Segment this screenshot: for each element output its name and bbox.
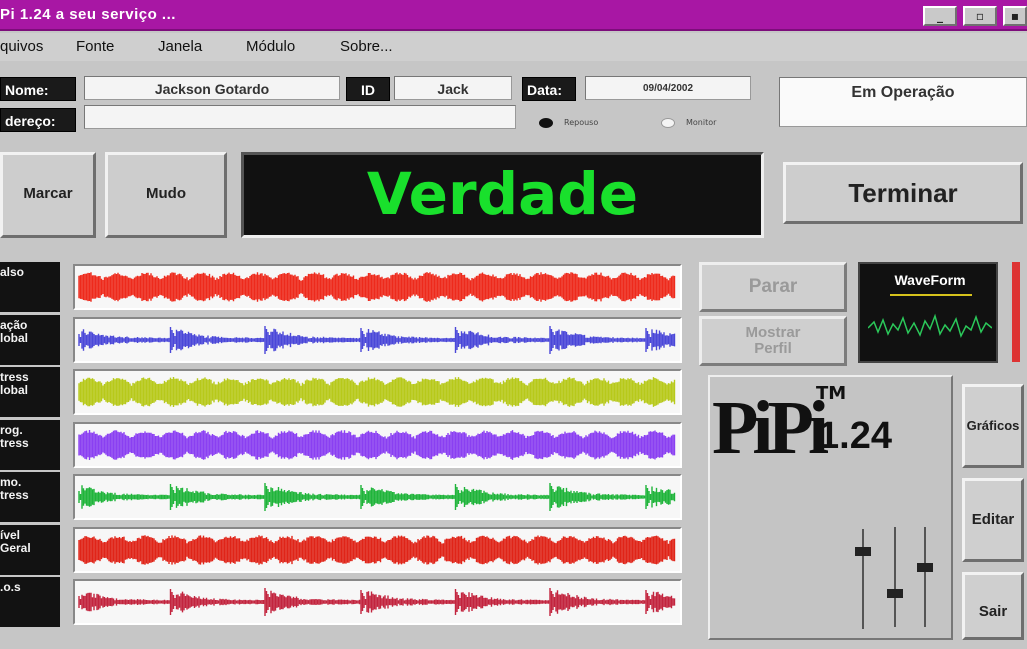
minimize-button[interactable]: _ [923, 6, 957, 26]
monitor-label: Monitor [686, 118, 717, 127]
endereco-label: dereço: [0, 108, 76, 132]
data-field[interactable]: 09/04/2002 [585, 76, 751, 100]
waveform-panel: WaveForm [858, 262, 998, 363]
id-field[interactable]: Jack [394, 76, 512, 100]
status-box: Em Operação [779, 77, 1027, 127]
menu-fonte[interactable]: Fonte [76, 38, 114, 55]
data-label: Data: [522, 77, 576, 101]
slider-handle-2[interactable] [887, 589, 903, 598]
channel-waveform [73, 421, 682, 468]
nome-field[interactable]: Jackson Gotardo [84, 76, 340, 100]
repouso-radio[interactable] [539, 118, 553, 128]
waveform-underline [890, 294, 972, 296]
menu-bar [0, 33, 1027, 61]
marcar-button[interactable]: Marcar [0, 152, 96, 238]
graficos-button[interactable]: Gráficos [962, 384, 1024, 468]
menu-modulo[interactable]: Módulo [246, 38, 295, 55]
slider-handle-1[interactable] [855, 547, 871, 556]
logo-panel: PiPi TM 1.24 [708, 375, 953, 640]
channel-waveform [73, 264, 682, 310]
mostrar-perfil-button[interactable]: Mostrar Perfil [699, 316, 847, 366]
logo-tm: TM [816, 383, 847, 404]
menu-janela[interactable]: Janela [158, 38, 202, 55]
result-display: Verdade [241, 152, 764, 238]
menu-arquivos[interactable]: quivos [0, 38, 43, 55]
slider-track-2 [894, 527, 896, 627]
slider-handle-3[interactable] [917, 563, 933, 572]
channel-waveform [73, 369, 682, 415]
channel-label: ação lobal [0, 314, 60, 365]
channel-label: also [0, 262, 60, 312]
logo-version: 1.24 [818, 415, 892, 457]
parar-button[interactable]: Parar [699, 262, 847, 312]
repouso-label: Repouso [564, 118, 599, 127]
window-title: Pi 1.24 a seu serviço ... [0, 6, 176, 23]
close-button[interactable]: ▪ [1003, 6, 1027, 26]
terminar-button[interactable]: Terminar [783, 162, 1023, 224]
waveform-title: WaveForm [894, 272, 966, 288]
channel-waveform [73, 579, 682, 625]
mudo-button[interactable]: Mudo [105, 152, 227, 238]
slider-track-3 [924, 527, 926, 627]
maximize-button[interactable]: ▫ [963, 6, 997, 26]
sair-button[interactable]: Sair [962, 572, 1024, 640]
monitor-radio[interactable] [661, 118, 675, 128]
channel-label: rog. tress [0, 419, 60, 470]
waveform-line [868, 313, 992, 339]
id-label: ID [346, 77, 390, 101]
channel-label: mo. tress [0, 472, 60, 522]
menu-sobre[interactable]: Sobre... [340, 38, 393, 55]
slider-track-1 [862, 529, 864, 629]
endereco-field[interactable] [84, 105, 516, 129]
channel-label: ível Geral [0, 524, 60, 575]
nome-label: Nome: [0, 77, 76, 101]
level-bar [1012, 262, 1020, 362]
channel-waveform [73, 316, 682, 363]
channel-waveform [73, 474, 682, 520]
channel-waveform [73, 526, 682, 573]
logo-name: PiPi [712, 386, 829, 470]
channel-label: tress lobal [0, 367, 60, 417]
editar-button[interactable]: Editar [962, 478, 1024, 562]
channel-label: .o.s [0, 577, 60, 627]
